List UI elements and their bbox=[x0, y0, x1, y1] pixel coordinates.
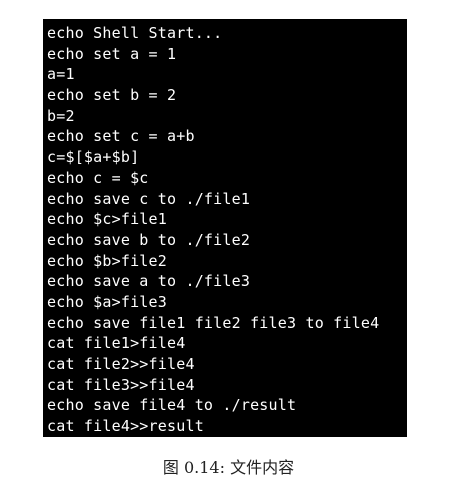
code-line: echo save a to ./file3 bbox=[47, 272, 251, 291]
code-line: echo set a = 1 bbox=[47, 44, 177, 63]
figure-caption: 图 0.14: 文件内容 bbox=[162, 458, 295, 477]
terminal-screenshot: echo Shell Start... echo set a = 1 a=1 e… bbox=[43, 19, 407, 437]
code-line: echo set c = a+b bbox=[47, 127, 195, 146]
code-line: echo $b>file2 bbox=[47, 251, 167, 270]
code-line: echo save file1 file2 file3 to file4 bbox=[47, 313, 380, 332]
code-line: echo save c to ./file1 bbox=[47, 189, 251, 208]
code-line: echo set b = 2 bbox=[47, 86, 177, 105]
code-line: a=1 bbox=[47, 65, 75, 84]
code-line: echo Shell Start... bbox=[47, 24, 223, 42]
code-line: echo save file4 to ./result bbox=[47, 396, 297, 415]
code-line: echo $a>file3 bbox=[47, 292, 167, 311]
code-line: cat file3>>file4 bbox=[47, 375, 195, 394]
code-line: echo c = $c bbox=[47, 168, 149, 187]
code-line: cat file2>>file4 bbox=[47, 355, 195, 373]
code-line: c=$[$a+$b] bbox=[47, 148, 140, 167]
code-line: b=2 bbox=[47, 106, 75, 125]
code-line: echo $c>file1 bbox=[47, 210, 167, 229]
code-line: cat file1>file4 bbox=[47, 334, 186, 353]
code-line: cat file4>>result bbox=[47, 417, 204, 436]
code-line: echo save b to ./file2 bbox=[47, 230, 251, 249]
